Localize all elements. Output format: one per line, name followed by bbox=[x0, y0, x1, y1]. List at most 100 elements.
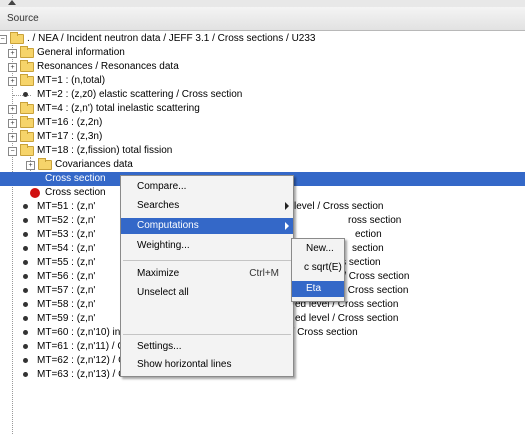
tree-row-mt4[interactable]: + MT=4 : (z,n') total inelastic scatteri… bbox=[0, 102, 525, 116]
tree-row-mt17[interactable]: + MT=17 : (z,3n) bbox=[0, 130, 525, 144]
top-strip bbox=[0, 0, 525, 7]
folder-icon bbox=[20, 60, 34, 72]
menu-item-label: Unselect all bbox=[137, 287, 189, 298]
folder-open-icon bbox=[20, 144, 34, 156]
expand-icon[interactable]: + bbox=[8, 77, 17, 86]
tree-node-label-tail: ection bbox=[355, 229, 382, 240]
folder-icon bbox=[20, 102, 34, 114]
tree-node-label: MT=4 : (z,n') total inelastic scattering bbox=[37, 103, 200, 114]
menu-item-computations[interactable]: Computations bbox=[121, 218, 293, 234]
tree-node-label: MT=1 : (n,total) bbox=[37, 75, 106, 86]
submenu-item-sqrt-e[interactable]: c sqrt(E) bbox=[292, 260, 344, 276]
leaf-node-icon bbox=[23, 302, 28, 307]
tree-node-label: MT=51 : (z,n' bbox=[37, 201, 96, 212]
column-header-source[interactable]: Source bbox=[0, 7, 525, 31]
tree-node-label-tail: level / Cross section bbox=[294, 201, 384, 212]
menu-item-label: c sqrt(E) bbox=[304, 262, 342, 273]
tree-node-label: MT=53 : (z,n' bbox=[37, 229, 96, 240]
leaf-node-icon bbox=[23, 232, 28, 237]
leaf-node-icon bbox=[23, 288, 28, 293]
expand-icon[interactable]: + bbox=[8, 49, 17, 58]
tree-node-label: MT=57 : (z,n' bbox=[37, 285, 96, 296]
tree-node-label-tail: ed level / Cross section bbox=[295, 313, 399, 324]
tree-node-label: MT=52 : (z,n' bbox=[37, 215, 96, 226]
submenu-item-eta[interactable]: Eta bbox=[292, 281, 344, 297]
tree-node-label-tail: ross section bbox=[348, 215, 402, 226]
menu-item-label: New... bbox=[306, 243, 334, 254]
tree-node-label: MT=16 : (z,2n) bbox=[37, 117, 103, 128]
menu-item-label: Maximize bbox=[137, 268, 180, 279]
tree-row-resonances[interactable]: + Resonances / Resonances data bbox=[0, 60, 525, 74]
tree-node-label: Cross section bbox=[45, 173, 106, 184]
tree-row-covariances[interactable]: + Covariances data bbox=[0, 158, 525, 172]
red-marker-icon bbox=[30, 188, 40, 198]
tree-node-label: MT=56 : (z,n' bbox=[37, 271, 96, 282]
menu-item-label: Searches bbox=[137, 200, 180, 211]
menu-item-label: Computations bbox=[137, 220, 199, 231]
menu-item-searches[interactable]: Searches bbox=[121, 198, 293, 214]
menu-item-label: Compare... bbox=[137, 181, 187, 192]
leaf-node-icon bbox=[23, 372, 28, 377]
tree-node-label: MT=2 : (z,z0) elastic scattering / Cross… bbox=[37, 89, 243, 100]
submenu-item-new[interactable]: New... bbox=[292, 241, 344, 257]
tree-row-general-information[interactable]: + General information bbox=[0, 46, 525, 60]
folder-icon bbox=[38, 158, 52, 170]
menu-item-show-horizontal-lines[interactable]: Show horizontal lines bbox=[121, 357, 293, 373]
expand-icon[interactable]: + bbox=[26, 161, 35, 170]
tree-row-mt16[interactable]: + MT=16 : (z,2n) bbox=[0, 116, 525, 130]
menu-item-label: Settings... bbox=[137, 341, 182, 352]
folder-icon bbox=[20, 116, 34, 128]
computations-submenu: New... c sqrt(E) Eta bbox=[291, 238, 345, 302]
tree-row-mt18[interactable]: − MT=18 : (z,fission) total fission bbox=[0, 144, 525, 158]
expand-icon[interactable]: + bbox=[8, 63, 17, 72]
column-header-label: Source bbox=[7, 13, 39, 24]
leaf-node-icon bbox=[23, 260, 28, 265]
leaf-node-icon bbox=[23, 274, 28, 279]
scroll-up-arrow-icon[interactable] bbox=[8, 0, 16, 5]
expand-icon[interactable]: + bbox=[8, 133, 17, 142]
folder-open-icon bbox=[10, 32, 24, 44]
menu-item-weighting[interactable]: Weighting... bbox=[121, 238, 293, 254]
leaf-node-icon bbox=[23, 218, 28, 223]
leaf-node-icon bbox=[23, 246, 28, 251]
menu-item-label: Weighting... bbox=[137, 240, 190, 251]
tree-node-label: Cross section bbox=[45, 187, 106, 198]
tree-node-label: MT=54 : (z,n' bbox=[37, 243, 96, 254]
folder-icon bbox=[20, 74, 34, 86]
menu-item-settings[interactable]: Settings... bbox=[121, 339, 293, 355]
tree-guide-line bbox=[13, 95, 31, 96]
tree-row-root[interactable]: − . / NEA / Incident neutron data / JEFF… bbox=[0, 32, 525, 46]
folder-icon bbox=[20, 46, 34, 58]
menu-item-shortcut: Ctrl+M bbox=[249, 268, 279, 279]
leaf-node-icon bbox=[23, 92, 28, 97]
leaf-node-icon bbox=[23, 316, 28, 321]
tree-row-mt1[interactable]: + MT=1 : (n,total) bbox=[0, 74, 525, 88]
folder-icon bbox=[20, 130, 34, 142]
context-menu: Compare... Searches Computations Weighti… bbox=[120, 175, 294, 377]
collapse-icon[interactable]: − bbox=[8, 147, 17, 156]
tree-row-mt2[interactable]: MT=2 : (z,z0) elastic scattering / Cross… bbox=[0, 88, 525, 102]
tree-node-label-tail: section bbox=[352, 243, 384, 254]
tree-node-label: Covariances data bbox=[55, 159, 133, 170]
leaf-node-icon bbox=[23, 344, 28, 349]
collapse-icon[interactable]: − bbox=[0, 35, 7, 44]
leaf-node-icon bbox=[23, 358, 28, 363]
menu-item-label: Eta bbox=[306, 283, 322, 294]
expand-icon[interactable]: + bbox=[8, 105, 17, 114]
menu-item-compare[interactable]: Compare... bbox=[121, 179, 293, 195]
submenu-arrow-icon bbox=[285, 222, 289, 230]
tree-node-label: Resonances / Resonances data bbox=[37, 61, 179, 72]
tree-node-label: MT=18 : (z,fission) total fission bbox=[37, 145, 173, 156]
tree-node-label: MT=55 : (z,n' bbox=[37, 257, 96, 268]
menu-item-label: Show horizontal lines bbox=[137, 359, 232, 370]
menu-item-unselect-all[interactable]: Unselect all bbox=[121, 285, 293, 301]
expand-icon[interactable]: + bbox=[8, 119, 17, 128]
tree-node-label: General information bbox=[37, 47, 125, 58]
leaf-node-icon bbox=[23, 330, 28, 335]
tree-node-label: . / NEA / Incident neutron data / JEFF 3… bbox=[27, 33, 316, 44]
menu-separator bbox=[123, 260, 291, 261]
submenu-arrow-icon bbox=[285, 202, 289, 210]
menu-separator bbox=[123, 334, 291, 335]
menu-item-maximize[interactable]: Maximize Ctrl+M bbox=[121, 266, 293, 282]
tree-node-label: MT=59 : (z,n' bbox=[37, 313, 96, 324]
